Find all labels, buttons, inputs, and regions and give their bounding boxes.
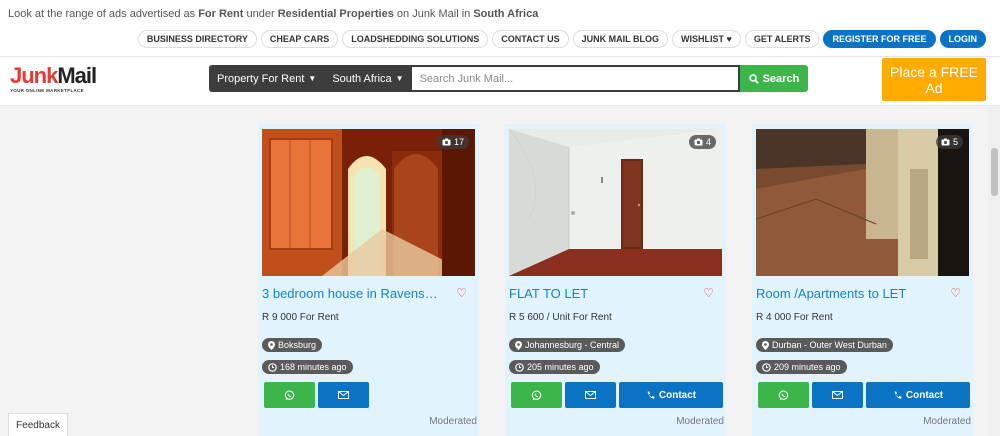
link-cheap-cars[interactable]: CHEAP CARS [260, 30, 339, 48]
listing-price: R 5 600 / Unit For Rent [509, 312, 612, 323]
listing-photo[interactable]: 5 [756, 129, 969, 276]
email-button[interactable] [812, 382, 863, 408]
contact-button[interactable]: Contact [866, 382, 970, 408]
feedback-tab[interactable]: Feedback [8, 413, 68, 436]
camera-icon [694, 138, 703, 146]
map-pin-icon [515, 340, 522, 350]
clock-icon [762, 362, 771, 372]
scrollbar[interactable] [988, 106, 1000, 436]
time-badge: 209 minutes ago [756, 360, 847, 374]
photo-count: 4 [688, 135, 716, 149]
location-badge: Johannesburg - Central [509, 338, 626, 352]
map-pin-icon [268, 340, 275, 350]
location-badge: Boksburg [262, 338, 323, 352]
whatsapp-icon [778, 389, 789, 400]
heart-icon[interactable]: ♡ [703, 286, 714, 300]
listing-grid: 17 3 bedroom house in Ravens… ♡ R 9 000 … [258, 124, 973, 436]
phone-icon [894, 391, 902, 399]
listing-photo[interactable]: 17 [262, 129, 475, 276]
whatsapp-button[interactable] [758, 382, 809, 408]
email-button[interactable] [565, 382, 616, 408]
photo-count: 5 [935, 135, 963, 149]
search-bar: Property For Rent ▼ South Africa ▼ Search [209, 65, 809, 92]
heart-icon[interactable]: ♡ [950, 286, 961, 300]
listing-card[interactable]: 4 FLAT TO LET ♡ R 5 600 / Unit For Rent … [505, 124, 726, 436]
search-button[interactable]: Search [739, 65, 809, 92]
whatsapp-icon [284, 389, 295, 400]
listing-card[interactable]: 17 3 bedroom house in Ravens… ♡ R 9 000 … [258, 124, 479, 436]
envelope-icon [832, 391, 843, 399]
link-wishlist[interactable]: WISHLIST ♥ [671, 30, 741, 48]
envelope-icon [338, 391, 349, 399]
moderated-label: Moderated [923, 416, 971, 427]
moderated-label: Moderated [676, 416, 724, 427]
phone-icon [647, 391, 655, 399]
heart-icon[interactable]: ♡ [456, 286, 467, 300]
caret-down-icon: ▼ [395, 74, 404, 83]
link-contact-us[interactable]: CONTACT US [492, 30, 569, 48]
caret-down-icon: ▼ [308, 74, 317, 83]
listing-photo[interactable]: 4 [509, 129, 722, 276]
location-badge: Durban - Outer West Durban [756, 338, 893, 352]
scrollbar-thumb[interactable] [991, 148, 998, 196]
listing-price: R 4 000 For Rent [756, 312, 833, 323]
photo-count: 17 [436, 135, 469, 149]
section-link[interactable]: Residential Properties [278, 8, 394, 20]
search-input[interactable] [411, 65, 740, 92]
clock-icon [268, 362, 277, 372]
email-button[interactable] [318, 382, 369, 408]
listing-card[interactable]: 5 Room /Apartments to LET ♡ R 4 000 For … [752, 124, 973, 436]
contact-button[interactable]: Contact [619, 382, 723, 408]
listing-title[interactable]: 3 bedroom house in Ravens… [262, 286, 438, 301]
link-junk-mail-blog[interactable]: JUNK MAIL BLOG [572, 30, 668, 48]
link-get-alerts[interactable]: GET ALERTS [744, 30, 820, 48]
time-badge: 168 minutes ago [262, 360, 353, 374]
category-dropdown[interactable]: Property For Rent ▼ [209, 65, 325, 92]
register-button[interactable]: REGISTER FOR FREE [823, 30, 936, 48]
clock-icon [515, 362, 524, 372]
top-bar: Look at the range of ads advertised as F… [0, 0, 1000, 56]
intro-text: Look at the range of ads advertised as F… [8, 8, 539, 20]
whatsapp-icon [531, 389, 542, 400]
envelope-icon [585, 391, 596, 399]
link-business-directory[interactable]: BUSINESS DIRECTORY [137, 30, 257, 48]
camera-icon [442, 138, 451, 146]
camera-icon [941, 138, 950, 146]
junkmail-logo[interactable]: JunkMail YOUR ONLINE MARKETPLACE [10, 65, 102, 95]
category-link[interactable]: For Rent [198, 8, 243, 20]
listing-title[interactable]: FLAT TO LET [509, 286, 685, 301]
region-link[interactable]: South Africa [473, 8, 538, 20]
top-links: BUSINESS DIRECTORY CHEAP CARS LOADSHEDDI… [137, 30, 986, 48]
place-free-ad-button[interactable]: Place a FREE Ad [882, 58, 986, 101]
listing-price: R 9 000 For Rent [262, 312, 339, 323]
whatsapp-button[interactable] [264, 382, 315, 408]
map-pin-icon [762, 340, 769, 350]
link-loadshedding-solutions[interactable]: LOADSHEDDING SOLUTIONS [342, 30, 489, 48]
search-icon [748, 73, 759, 84]
listing-title[interactable]: Room /Apartments to LET [756, 286, 932, 301]
header: JunkMail YOUR ONLINE MARKETPLACE Propert… [0, 56, 1000, 106]
region-dropdown[interactable]: South Africa ▼ [324, 65, 412, 92]
moderated-label: Moderated [429, 416, 477, 427]
time-badge: 205 minutes ago [509, 360, 600, 374]
whatsapp-button[interactable] [511, 382, 562, 408]
login-button[interactable]: LOGIN [939, 30, 986, 48]
